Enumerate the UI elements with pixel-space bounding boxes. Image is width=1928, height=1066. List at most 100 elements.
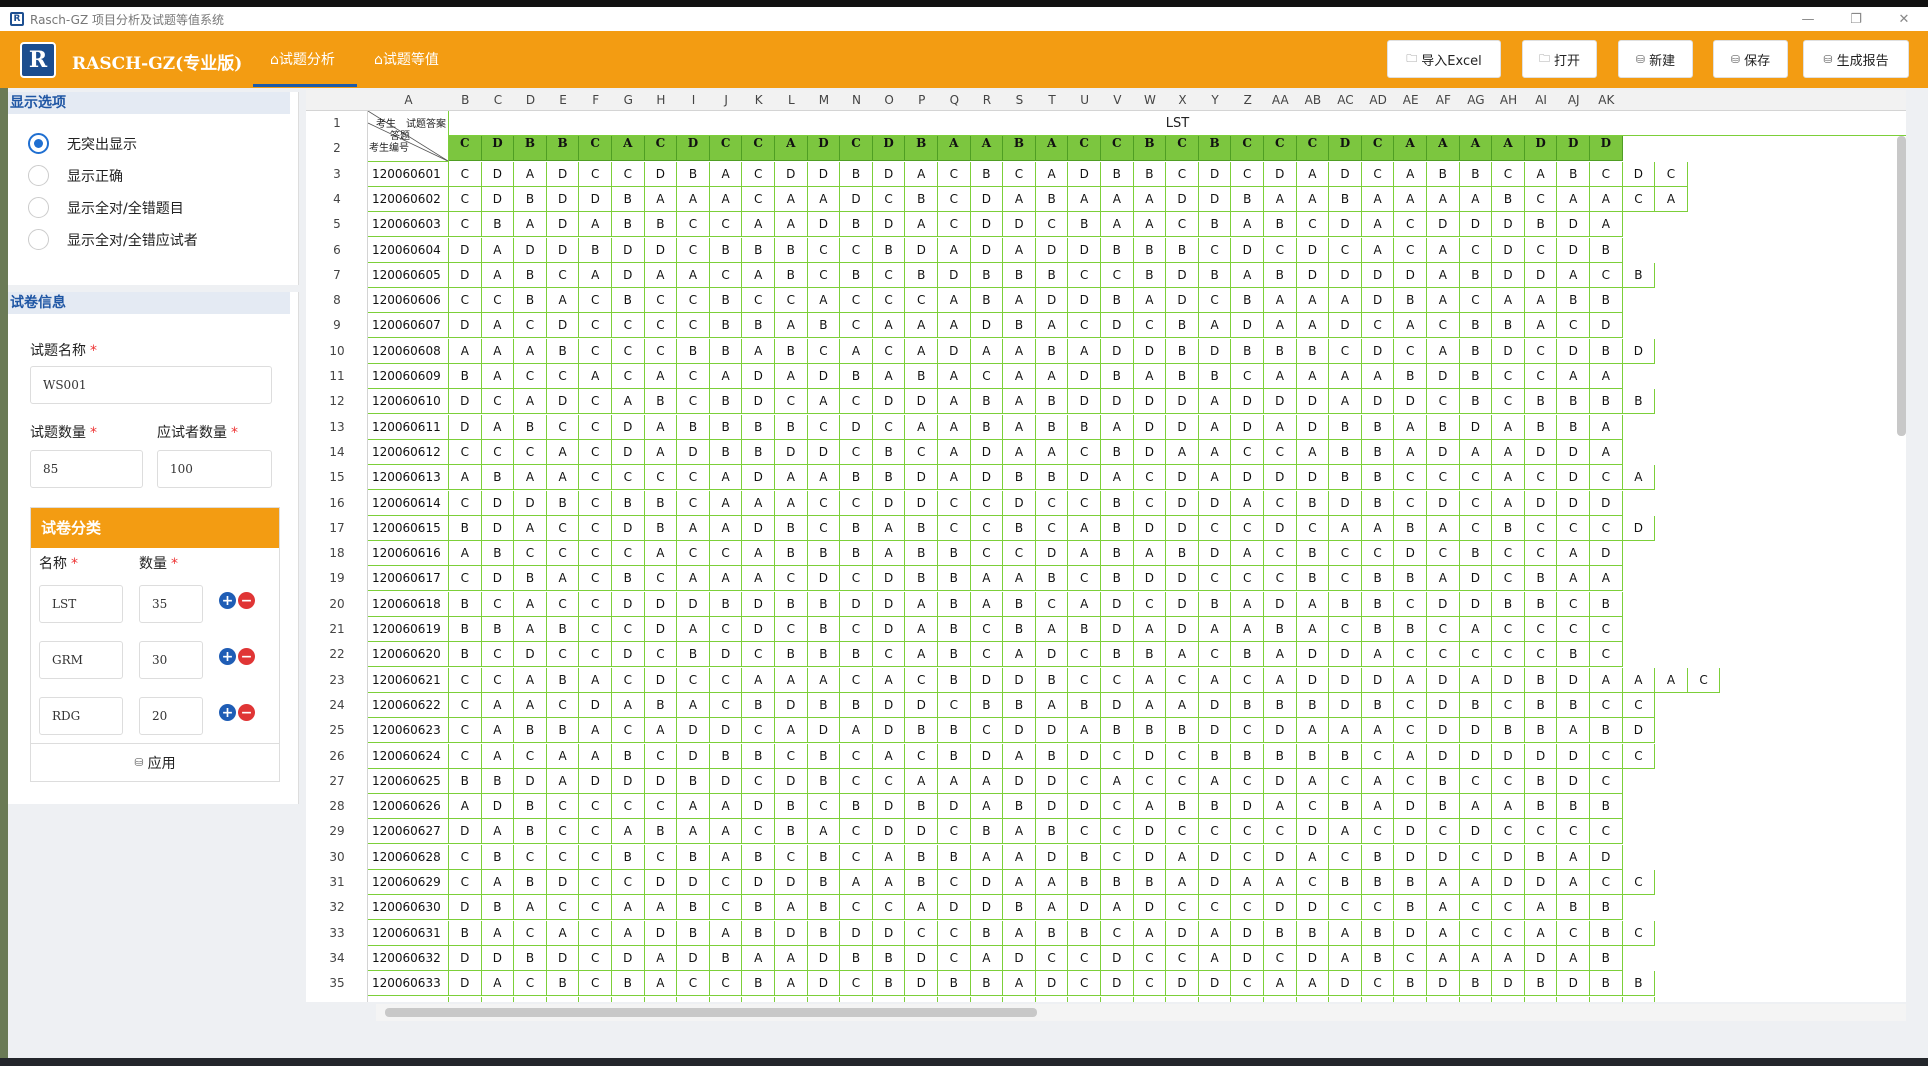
response-cell[interactable]: D <box>1427 591 1460 617</box>
response-cell[interactable]: A <box>775 313 808 339</box>
response-cell[interactable]: B <box>970 920 1004 946</box>
response-cell[interactable]: C <box>1361 541 1395 567</box>
response-cell[interactable]: D <box>1459 566 1493 592</box>
response-cell[interactable]: B <box>1492 591 1525 617</box>
response-cell[interactable]: A <box>1622 667 1656 693</box>
column-header[interactable]: X <box>1166 90 1199 111</box>
response-cell[interactable]: B <box>1361 439 1395 465</box>
response-cell[interactable]: D <box>1361 288 1395 314</box>
response-cell[interactable]: B <box>872 465 906 491</box>
row-header[interactable]: 18 <box>306 541 368 566</box>
response-cell[interactable]: A <box>1036 996 1069 1002</box>
response-cell[interactable]: C <box>775 566 808 592</box>
response-cell[interactable]: A <box>938 389 971 415</box>
response-cell[interactable]: A <box>1492 414 1525 440</box>
response-cell[interactable]: C <box>872 288 906 314</box>
response-cell[interactable]: B <box>1264 920 1297 946</box>
examinee-id-cell[interactable]: 120060604 <box>368 237 449 263</box>
examinee-id-cell[interactable]: 120060623 <box>368 718 449 744</box>
response-cell[interactable]: C <box>775 617 808 642</box>
response-cell[interactable]: D <box>1133 338 1167 364</box>
response-cell[interactable]: B <box>1035 920 1069 946</box>
response-cell[interactable]: B <box>1296 920 1330 946</box>
response-cell[interactable]: D <box>1492 262 1525 288</box>
response-cell[interactable]: D <box>872 920 906 946</box>
response-cell[interactable]: B <box>1101 490 1134 516</box>
response-cell[interactable]: D <box>1296 414 1330 440</box>
response-cell[interactable]: C <box>1296 212 1330 238</box>
response-cell[interactable]: A <box>1329 364 1362 389</box>
response-cell[interactable]: C <box>1492 642 1525 668</box>
response-cell[interactable]: D <box>612 439 645 465</box>
response-cell[interactable]: C <box>1459 288 1493 314</box>
response-cell[interactable]: B <box>807 692 841 718</box>
response-cell[interactable]: A <box>1264 313 1297 339</box>
response-cell[interactable]: D <box>644 591 678 617</box>
response-cell[interactable]: A <box>1296 617 1330 642</box>
response-cell[interactable]: A <box>677 186 710 212</box>
response-cell[interactable]: B <box>1459 692 1493 718</box>
category-qty-input[interactable]: 30 <box>139 641 203 679</box>
response-cell[interactable]: D <box>807 161 841 187</box>
response-cell[interactable]: A <box>1590 186 1623 212</box>
row-header[interactable]: 19 <box>306 566 368 591</box>
response-cell[interactable]: C <box>644 844 678 870</box>
response-cell[interactable]: B <box>1198 591 1232 617</box>
response-cell[interactable]: B <box>905 794 938 820</box>
row-header[interactable]: 14 <box>306 440 368 465</box>
response-cell[interactable]: C <box>1068 490 1101 516</box>
response-cell[interactable]: D <box>1035 768 1069 794</box>
response-cell[interactable]: A <box>1524 895 1558 921</box>
response-cell[interactable]: B <box>1003 794 1036 820</box>
response-cell[interactable]: A <box>905 161 938 187</box>
response-cell[interactable]: A <box>644 439 678 465</box>
response-cell[interactable]: B <box>1394 515 1427 541</box>
response-cell[interactable]: B <box>1166 364 1199 389</box>
response-cell[interactable]: D <box>709 642 743 668</box>
answer-key-cell[interactable]: D <box>1329 136 1362 162</box>
response-cell[interactable]: D <box>1035 844 1069 870</box>
response-cell[interactable]: C <box>905 996 938 1002</box>
response-cell[interactable]: C <box>644 313 678 339</box>
response-cell[interactable]: C <box>970 364 1004 389</box>
response-cell[interactable]: B <box>1101 541 1134 567</box>
response-cell[interactable]: A <box>1068 186 1101 212</box>
response-cell[interactable]: A <box>1394 743 1427 769</box>
response-cell[interactable]: A <box>1035 895 1069 921</box>
column-header[interactable]: AG <box>1460 90 1493 111</box>
response-cell[interactable]: B <box>807 920 841 946</box>
response-cell[interactable]: D <box>1231 465 1264 491</box>
response-cell[interactable]: A <box>1198 389 1232 415</box>
response-cell[interactable]: C <box>807 237 841 263</box>
response-cell[interactable]: C <box>612 364 645 389</box>
row-header[interactable]: 6 <box>306 238 368 263</box>
response-cell[interactable]: A <box>1003 414 1036 440</box>
column-header[interactable]: V <box>1101 90 1134 111</box>
response-cell[interactable]: C <box>1492 692 1525 718</box>
response-cell[interactable]: B <box>970 971 1004 997</box>
response-cell[interactable]: B <box>481 617 515 642</box>
response-cell[interactable]: D <box>872 212 906 238</box>
response-cell[interactable]: D <box>1101 338 1134 364</box>
response-cell[interactable]: A <box>481 819 515 845</box>
answer-key-cell[interactable]: C <box>449 136 482 162</box>
response-cell[interactable]: B <box>1557 794 1590 820</box>
response-cell[interactable]: D <box>1296 465 1330 491</box>
response-cell[interactable]: D <box>1296 819 1330 845</box>
response-cell[interactable]: B <box>1459 364 1493 389</box>
response-cell[interactable]: D <box>1427 490 1460 516</box>
examinee-id-cell[interactable]: 120060606 <box>368 288 449 314</box>
response-cell[interactable]: B <box>807 743 841 769</box>
response-cell[interactable]: A <box>514 465 547 491</box>
response-cell[interactable]: A <box>546 920 580 946</box>
response-cell[interactable]: B <box>970 692 1004 718</box>
response-cell[interactable]: C <box>1557 920 1590 946</box>
response-cell[interactable]: D <box>1264 844 1297 870</box>
response-cell[interactable]: B <box>1427 161 1460 187</box>
close-icon[interactable]: ✕ <box>1880 12 1928 27</box>
response-cell[interactable]: C <box>1557 617 1590 642</box>
radio-button[interactable] <box>28 165 49 186</box>
response-cell[interactable]: B <box>742 895 775 921</box>
response-cell[interactable]: D <box>1068 465 1101 491</box>
response-cell[interactable]: C <box>481 389 515 415</box>
